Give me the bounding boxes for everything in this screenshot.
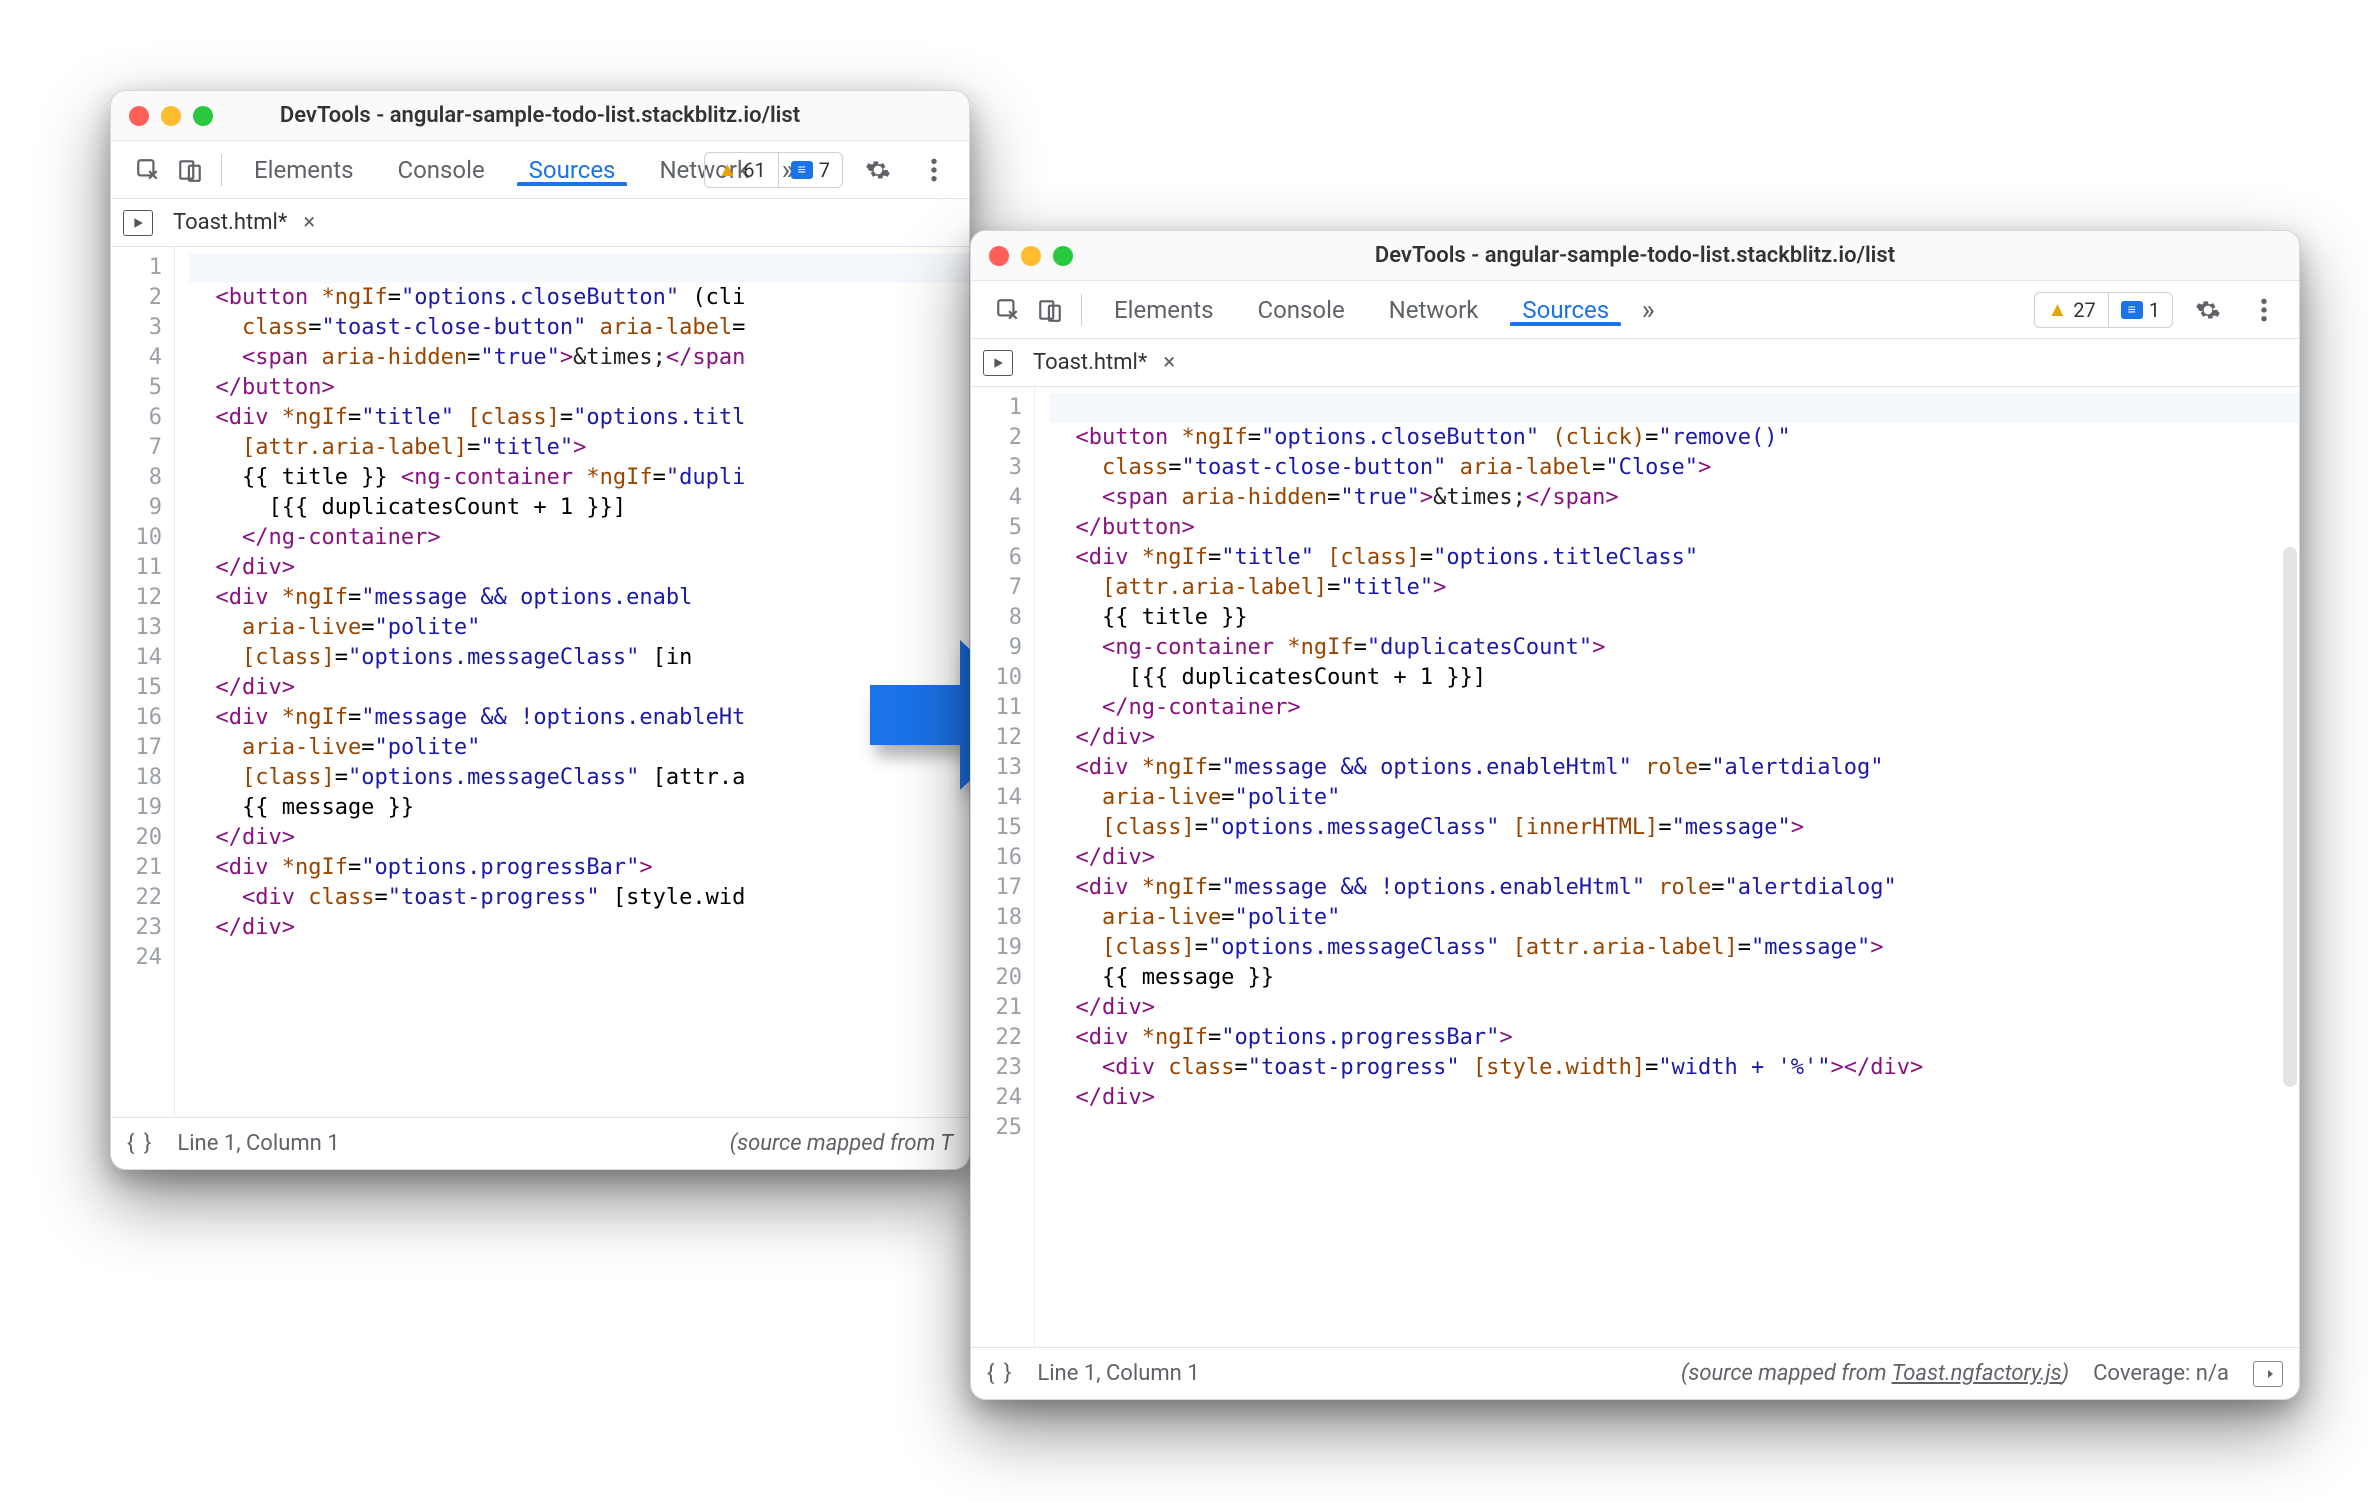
minimize-window-button[interactable] bbox=[161, 106, 181, 126]
file-tab[interactable]: Toast.html* × bbox=[1019, 344, 1189, 381]
device-toggle-icon[interactable] bbox=[1029, 290, 1071, 330]
tab-console[interactable]: Console bbox=[1235, 293, 1366, 326]
info-count: 7 bbox=[819, 158, 830, 182]
issue-badges[interactable]: ▲27 ≡ 1 bbox=[2034, 292, 2173, 328]
file-tab-label: Toast.html* bbox=[173, 210, 287, 235]
tab-sources[interactable]: Sources bbox=[1500, 293, 1631, 326]
window-title: DevTools - angular-sample-todo-list.stac… bbox=[280, 103, 800, 128]
close-tab-icon[interactable]: × bbox=[297, 208, 321, 237]
editor-tabbar: Toast.html* × bbox=[111, 199, 969, 247]
info-count: 1 bbox=[2149, 298, 2160, 322]
info-icon: ≡ bbox=[2121, 301, 2143, 319]
window-title: DevTools - angular-sample-todo-list.stac… bbox=[1375, 243, 1895, 268]
traffic-lights bbox=[129, 106, 213, 126]
code-content[interactable]: <button *ngIf="options.closeButton" (cli… bbox=[1035, 387, 2299, 1347]
settings-gear-icon[interactable] bbox=[857, 150, 899, 190]
more-tabs-icon[interactable]: » bbox=[1631, 293, 1665, 326]
traffic-lights bbox=[989, 246, 1073, 266]
source-map-link[interactable]: Toast.ngfactory.js bbox=[1892, 1361, 2062, 1386]
titlebar[interactable]: DevTools - angular-sample-todo-list.stac… bbox=[111, 91, 969, 141]
file-tab[interactable]: Toast.html* × bbox=[159, 204, 329, 241]
close-window-button[interactable] bbox=[989, 246, 1009, 266]
tab-elements[interactable]: Elements bbox=[1092, 293, 1235, 326]
code-editor[interactable]: 1234567891011121314151617181920212223242… bbox=[971, 387, 2299, 1347]
line-gutter: 1234567891011121314151617181920212223242… bbox=[971, 387, 1035, 1347]
inspect-icon[interactable] bbox=[987, 290, 1029, 330]
editor-tabbar: Toast.html* × bbox=[971, 339, 2299, 387]
warning-icon: ▲ bbox=[717, 157, 737, 182]
cursor-position: Line 1, Column 1 bbox=[177, 1131, 339, 1156]
devtools-toolbar: Elements Console Sources Network » ▲61 ≡… bbox=[111, 141, 969, 199]
info-icon: ≡ bbox=[791, 161, 813, 179]
line-gutter: 123456789101112131415161718192021222324 bbox=[111, 247, 175, 1117]
devtools-window-a: DevTools - angular-sample-todo-list.stac… bbox=[110, 90, 970, 1170]
issue-badges[interactable]: ▲61 ≡ 7 bbox=[704, 152, 843, 188]
pretty-print-icon[interactable]: { } bbox=[127, 1131, 153, 1156]
file-tab-label: Toast.html* bbox=[1033, 350, 1147, 375]
zoom-window-button[interactable] bbox=[1053, 246, 1073, 266]
separator bbox=[1081, 294, 1082, 326]
separator bbox=[221, 154, 222, 186]
cursor-position: Line 1, Column 1 bbox=[1037, 1361, 1199, 1386]
panel-tabs: Elements Console Network Sources » bbox=[1092, 293, 1665, 326]
statusbar: { } Line 1, Column 1 (source mapped from… bbox=[971, 1347, 2299, 1399]
devtools-toolbar: Elements Console Network Sources » ▲27 ≡… bbox=[971, 281, 2299, 339]
settings-gear-icon[interactable] bbox=[2187, 290, 2229, 330]
tab-sources[interactable]: Sources bbox=[507, 153, 638, 186]
code-editor[interactable]: 123456789101112131415161718192021222324 … bbox=[111, 247, 969, 1117]
snippet-run-icon[interactable] bbox=[123, 210, 153, 236]
minimize-window-button[interactable] bbox=[1021, 246, 1041, 266]
step-icon[interactable] bbox=[2253, 1361, 2283, 1387]
code-content[interactable]: <button *ngIf="options.closeButton" (cli… bbox=[175, 247, 969, 1117]
snippet-run-icon[interactable] bbox=[983, 350, 1013, 376]
tab-elements[interactable]: Elements bbox=[232, 153, 375, 186]
inspect-icon[interactable] bbox=[127, 150, 169, 190]
statusbar: { } Line 1, Column 1 (source mapped from… bbox=[111, 1117, 969, 1169]
pretty-print-icon[interactable]: { } bbox=[987, 1361, 1013, 1386]
source-map-note: (source mapped from Toast.ngfactory.js) bbox=[1681, 1361, 2069, 1386]
device-toggle-icon[interactable] bbox=[169, 150, 211, 190]
warning-count: 27 bbox=[2073, 298, 2095, 322]
zoom-window-button[interactable] bbox=[193, 106, 213, 126]
tab-network[interactable]: Network bbox=[1367, 293, 1501, 326]
coverage-label: Coverage: n/a bbox=[2093, 1361, 2229, 1386]
devtools-window-b: DevTools - angular-sample-todo-list.stac… bbox=[970, 230, 2300, 1400]
warning-count: 61 bbox=[743, 158, 765, 182]
source-map-note: (source mapped from T bbox=[730, 1131, 953, 1156]
close-window-button[interactable] bbox=[129, 106, 149, 126]
warning-icon: ▲ bbox=[2047, 297, 2067, 322]
titlebar[interactable]: DevTools - angular-sample-todo-list.stac… bbox=[971, 231, 2299, 281]
vertical-scrollbar[interactable] bbox=[2283, 547, 2297, 1087]
close-tab-icon[interactable]: × bbox=[1157, 348, 1181, 377]
kebab-menu-icon[interactable] bbox=[2243, 290, 2285, 330]
kebab-menu-icon[interactable] bbox=[913, 150, 955, 190]
tab-console[interactable]: Console bbox=[375, 153, 506, 186]
